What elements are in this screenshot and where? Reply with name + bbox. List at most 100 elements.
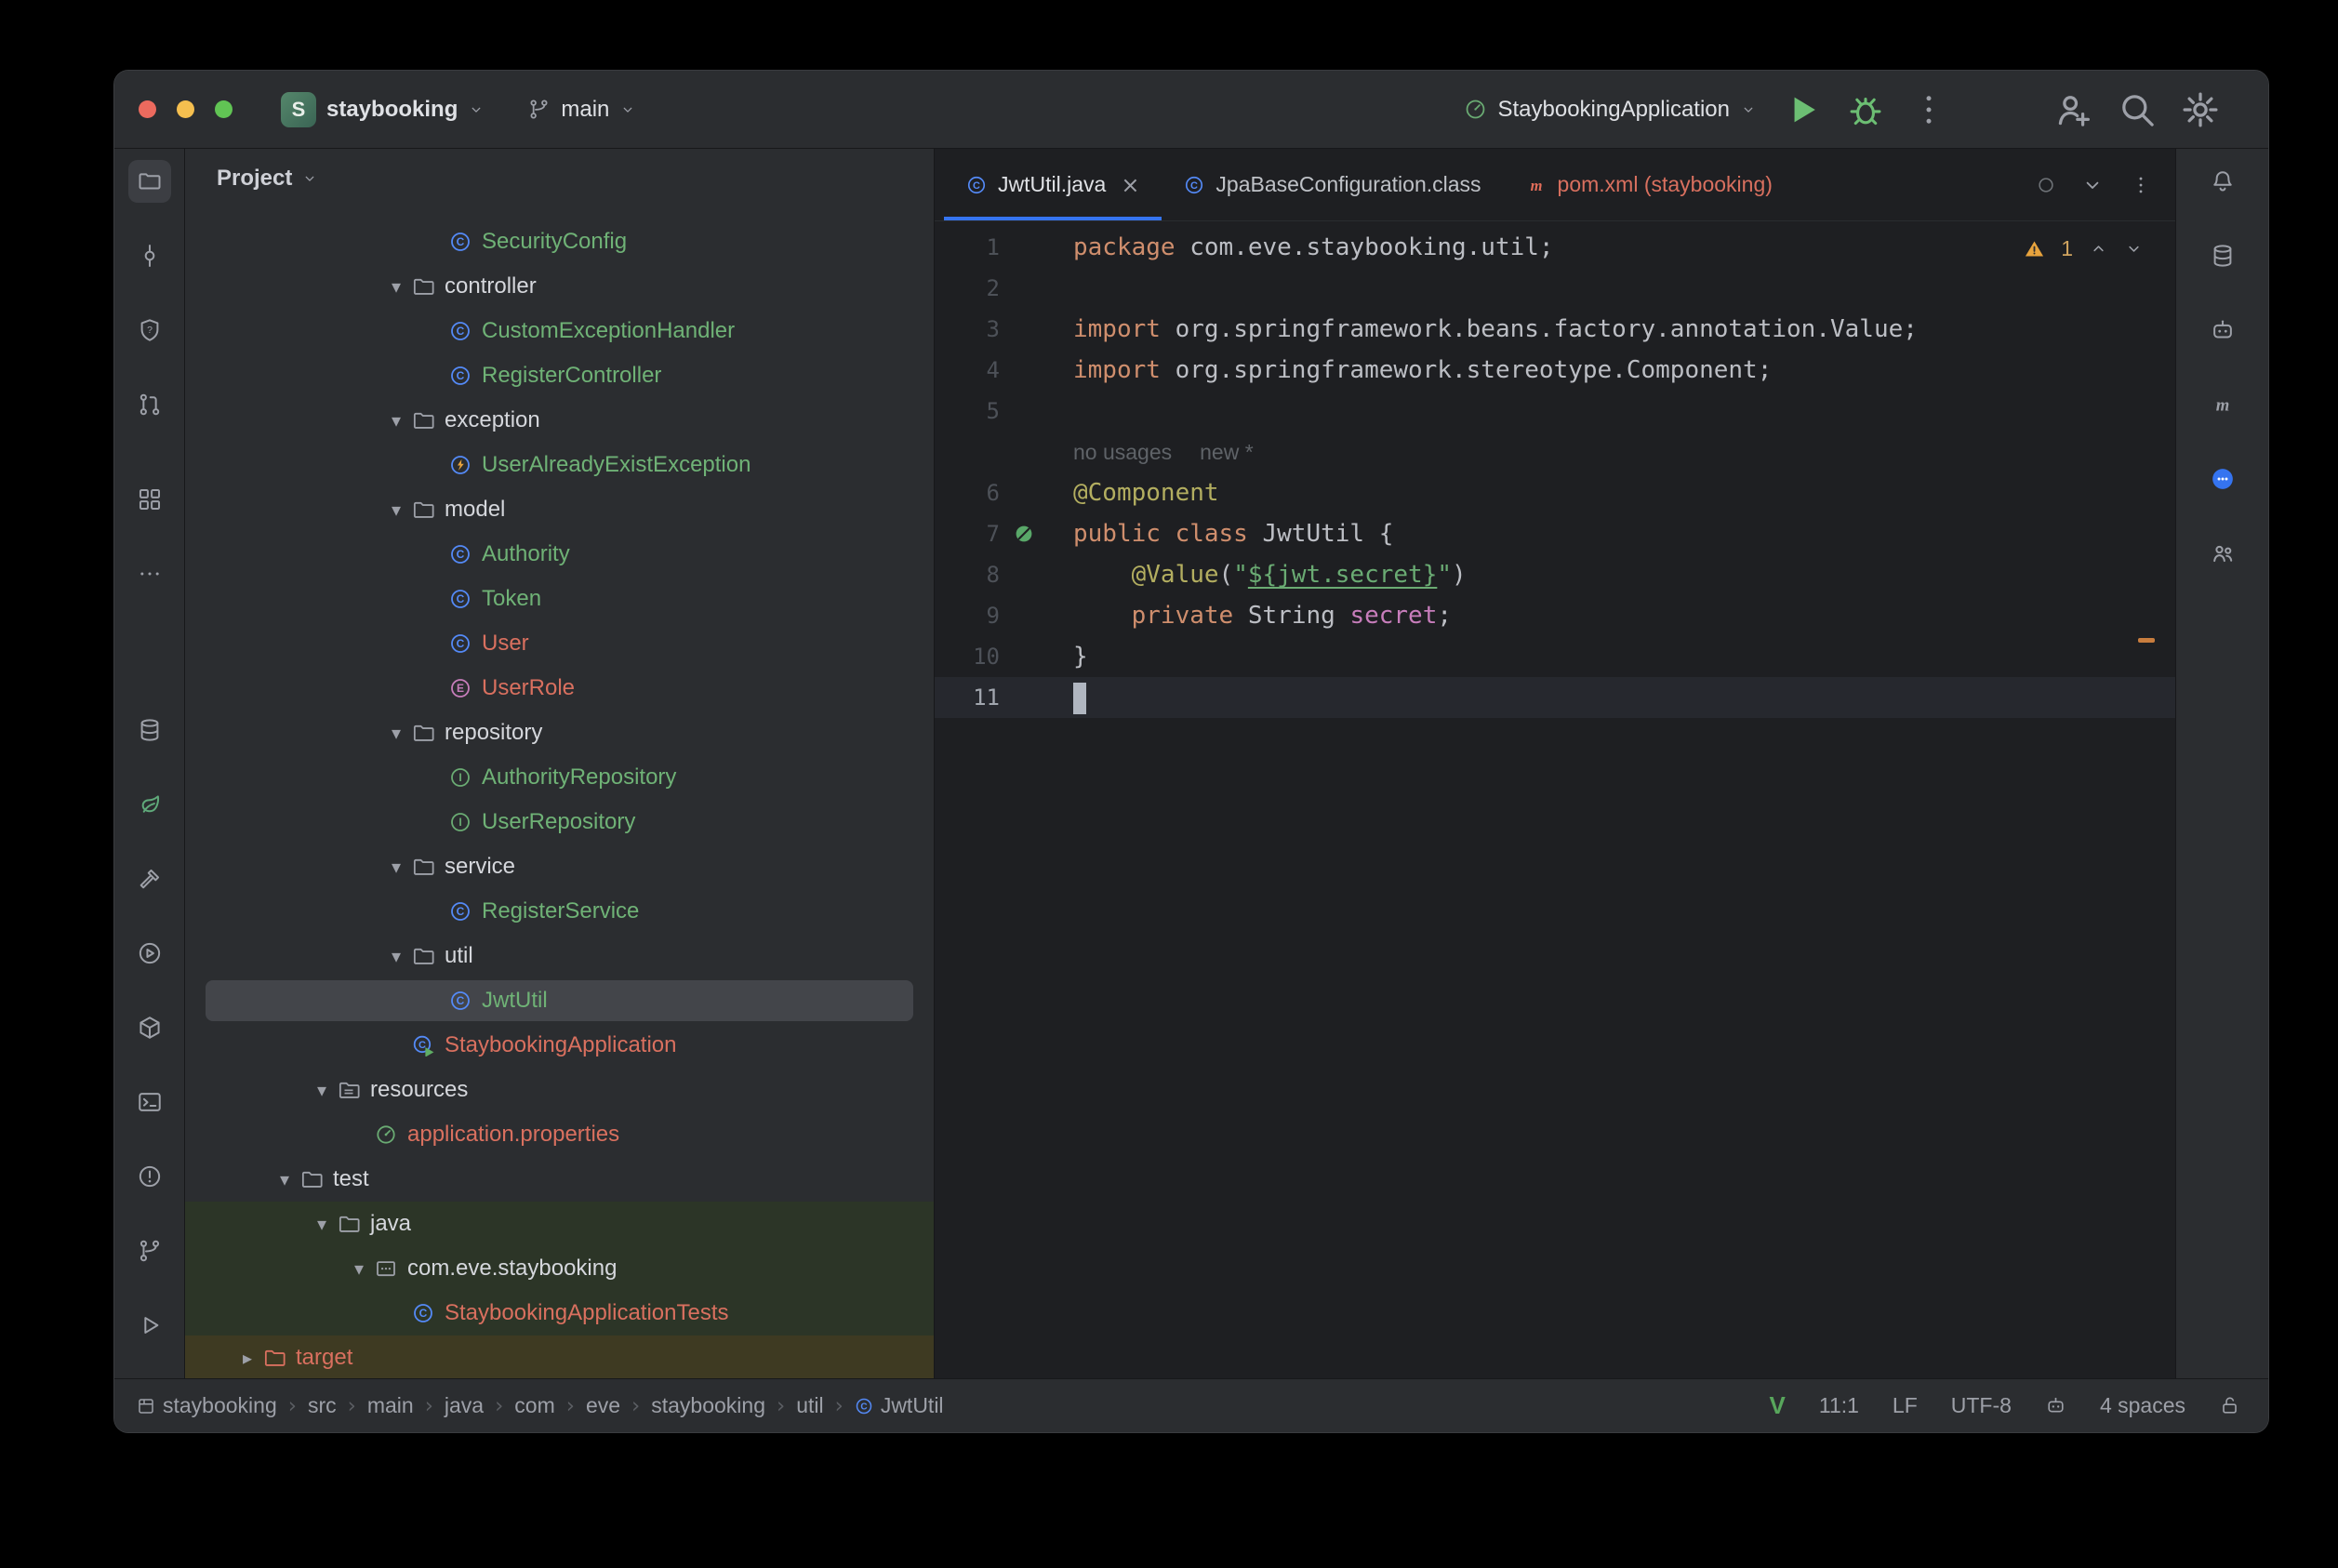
add-user-button[interactable]: [2052, 88, 2095, 131]
tree-chevron[interactable]: ▾: [380, 498, 412, 521]
indent-widget[interactable]: 4 spaces: [2100, 1393, 2185, 1418]
unlock-icon[interactable]: [2219, 1395, 2240, 1416]
error-stripe-mark[interactable]: [2138, 638, 2155, 643]
tree-item-model[interactable]: ▾ model: [185, 487, 934, 532]
tree-chevron[interactable]: ▾: [269, 1168, 300, 1190]
minimize-window-button[interactable]: [177, 100, 194, 118]
prev-problem-button[interactable]: [2089, 239, 2108, 259]
line-number[interactable]: 1: [935, 234, 1000, 260]
tree-item-application-properties[interactable]: application.properties: [185, 1112, 934, 1157]
chat-bubble-button[interactable]: [2201, 458, 2244, 500]
line-number[interactable]: 4: [935, 357, 1000, 383]
tree-item-registercontroller[interactable]: C RegisterController: [185, 353, 934, 398]
tree-item-service[interactable]: ▾ service: [185, 844, 934, 889]
encoding-widget[interactable]: UTF-8: [1951, 1393, 2012, 1418]
line-number[interactable]: 9: [935, 603, 1000, 629]
line-number[interactable]: 3: [935, 316, 1000, 342]
breadcrumb-item-jwtutil[interactable]: C JwtUtil: [855, 1393, 944, 1418]
more-ellipsis-button[interactable]: [128, 552, 171, 595]
tree-item-target[interactable]: ▸ target: [185, 1335, 934, 1378]
vim-mode-widget[interactable]: V: [1770, 1391, 1786, 1420]
tree-item-java[interactable]: ▾ java: [185, 1202, 934, 1246]
tree-item-exception[interactable]: ▾ exception: [185, 398, 934, 443]
spring-button[interactable]: [128, 783, 171, 826]
tree-chevron[interactable]: ▾: [380, 856, 412, 878]
zoom-window-button[interactable]: [215, 100, 232, 118]
structure-button[interactable]: [128, 478, 171, 521]
build-hammer-button[interactable]: [128, 857, 171, 900]
line-separator-widget[interactable]: LF: [1893, 1393, 1918, 1418]
ai-status-icon[interactable]: [2045, 1395, 2066, 1416]
project-selector[interactable]: S staybooking: [281, 91, 485, 127]
tree-item-staybookingapplicationtests[interactable]: C StaybookingApplicationTests: [185, 1291, 934, 1335]
tree-item-useralreadyexistexception[interactable]: UserAlreadyExistException: [185, 443, 934, 487]
terminal-button[interactable]: [128, 1081, 171, 1123]
breadcrumb-item-main[interactable]: main: [367, 1393, 414, 1418]
tree-item-authority[interactable]: C Authority: [185, 532, 934, 577]
breadcrumb-item-java[interactable]: java: [445, 1393, 484, 1418]
close-tab-icon[interactable]: ×: [1121, 174, 1139, 196]
usages-hint[interactable]: no usages: [1073, 440, 1172, 464]
line-number[interactable]: 8: [935, 562, 1000, 588]
tree-item-staybookingapplication[interactable]: C StaybookingApplication: [185, 1023, 934, 1068]
search-everywhere-button[interactable]: [2116, 88, 2159, 131]
tab-jpabaseconfiguration-class[interactable]: C JpaBaseConfiguration.class: [1162, 149, 1503, 220]
tree-item-util[interactable]: ▾ util: [185, 934, 934, 978]
tree-item-authorityrepository[interactable]: I AuthorityRepository: [185, 755, 934, 800]
tab-jwtutil-java[interactable]: C JwtUtil.java ×: [944, 149, 1162, 220]
project-panel-header[interactable]: Project: [185, 149, 934, 208]
breadcrumb-item-util[interactable]: util: [796, 1393, 823, 1418]
spring-bean-icon[interactable]: [1013, 523, 1035, 545]
tree-item-test[interactable]: ▾ test: [185, 1157, 934, 1202]
tree-item-userrole[interactable]: E UserRole: [185, 666, 934, 711]
tree-item-registerservice[interactable]: C RegisterService: [185, 889, 934, 934]
breadcrumb-item-com[interactable]: com: [514, 1393, 554, 1418]
shield-question-button[interactable]: ?: [128, 309, 171, 352]
problems-error-button[interactable]: [128, 1155, 171, 1198]
modules-cube-button[interactable]: [128, 1006, 171, 1049]
database-button[interactable]: [2201, 234, 2244, 277]
tree-chevron[interactable]: ▾: [306, 1213, 338, 1235]
tree-item-jwtutil[interactable]: C JwtUtil: [185, 978, 934, 1023]
pull-requests-button[interactable]: [128, 383, 171, 426]
close-window-button[interactable]: [139, 100, 156, 118]
hidden-tabs-chevron[interactable]: [2080, 173, 2105, 197]
tree-item-controller[interactable]: ▾ controller: [185, 264, 934, 309]
tree-chevron[interactable]: ▾: [380, 275, 412, 298]
tree-item-token[interactable]: C Token: [185, 577, 934, 621]
tree-item-repository[interactable]: ▾ repository: [185, 711, 934, 755]
project-folder-button[interactable]: [127, 160, 171, 203]
tree-chevron[interactable]: ▸: [232, 1347, 263, 1369]
run-configuration-selector[interactable]: StaybookingApplication: [1464, 97, 1757, 123]
tree-chevron[interactable]: ▾: [380, 722, 412, 744]
tree-chevron[interactable]: ▾: [343, 1257, 375, 1280]
git-branch-button[interactable]: [128, 1229, 171, 1272]
settings-button[interactable]: [2179, 88, 2222, 131]
debug-button[interactable]: [1844, 88, 1887, 131]
code-editor[interactable]: 1 package com.eve.staybooking.util; 2 3 impo…: [935, 221, 2175, 1378]
tab-options-button[interactable]: [2129, 173, 2153, 197]
next-problem-button[interactable]: [2124, 239, 2144, 259]
line-number[interactable]: 7: [935, 521, 1000, 547]
breadcrumb-item-staybooking[interactable]: staybooking: [137, 1393, 277, 1418]
tree-item-securityconfig[interactable]: C SecurityConfig: [185, 219, 934, 264]
tree-item-userrepository[interactable]: I UserRepository: [185, 800, 934, 844]
line-number[interactable]: 11: [935, 684, 1000, 711]
tree-item-customexceptionhandler[interactable]: C CustomExceptionHandler: [185, 309, 934, 353]
tree-chevron[interactable]: ▾: [380, 409, 412, 432]
breadcrumb-item-eve[interactable]: eve: [586, 1393, 620, 1418]
tree-item-resources[interactable]: ▾ resources: [185, 1068, 934, 1112]
more-actions-button[interactable]: [1907, 88, 1950, 131]
notifications-bell-button[interactable]: [2201, 160, 2244, 203]
line-number[interactable]: 5: [935, 398, 1000, 424]
ai-assistant-button[interactable]: [2201, 309, 2244, 352]
tree-item-user[interactable]: C User: [185, 621, 934, 666]
database-button[interactable]: [128, 709, 171, 751]
tree-chevron[interactable]: ▾: [380, 945, 412, 967]
breadcrumb-item-src[interactable]: src: [308, 1393, 337, 1418]
tree-item-com-eve-staybooking[interactable]: ▾ com.eve.staybooking: [185, 1246, 934, 1291]
maven-tool-button[interactable]: m: [2201, 383, 2244, 426]
run-button[interactable]: [1781, 88, 1824, 131]
line-number[interactable]: 10: [935, 644, 1000, 670]
breadcrumb-item-staybooking[interactable]: staybooking: [651, 1393, 765, 1418]
